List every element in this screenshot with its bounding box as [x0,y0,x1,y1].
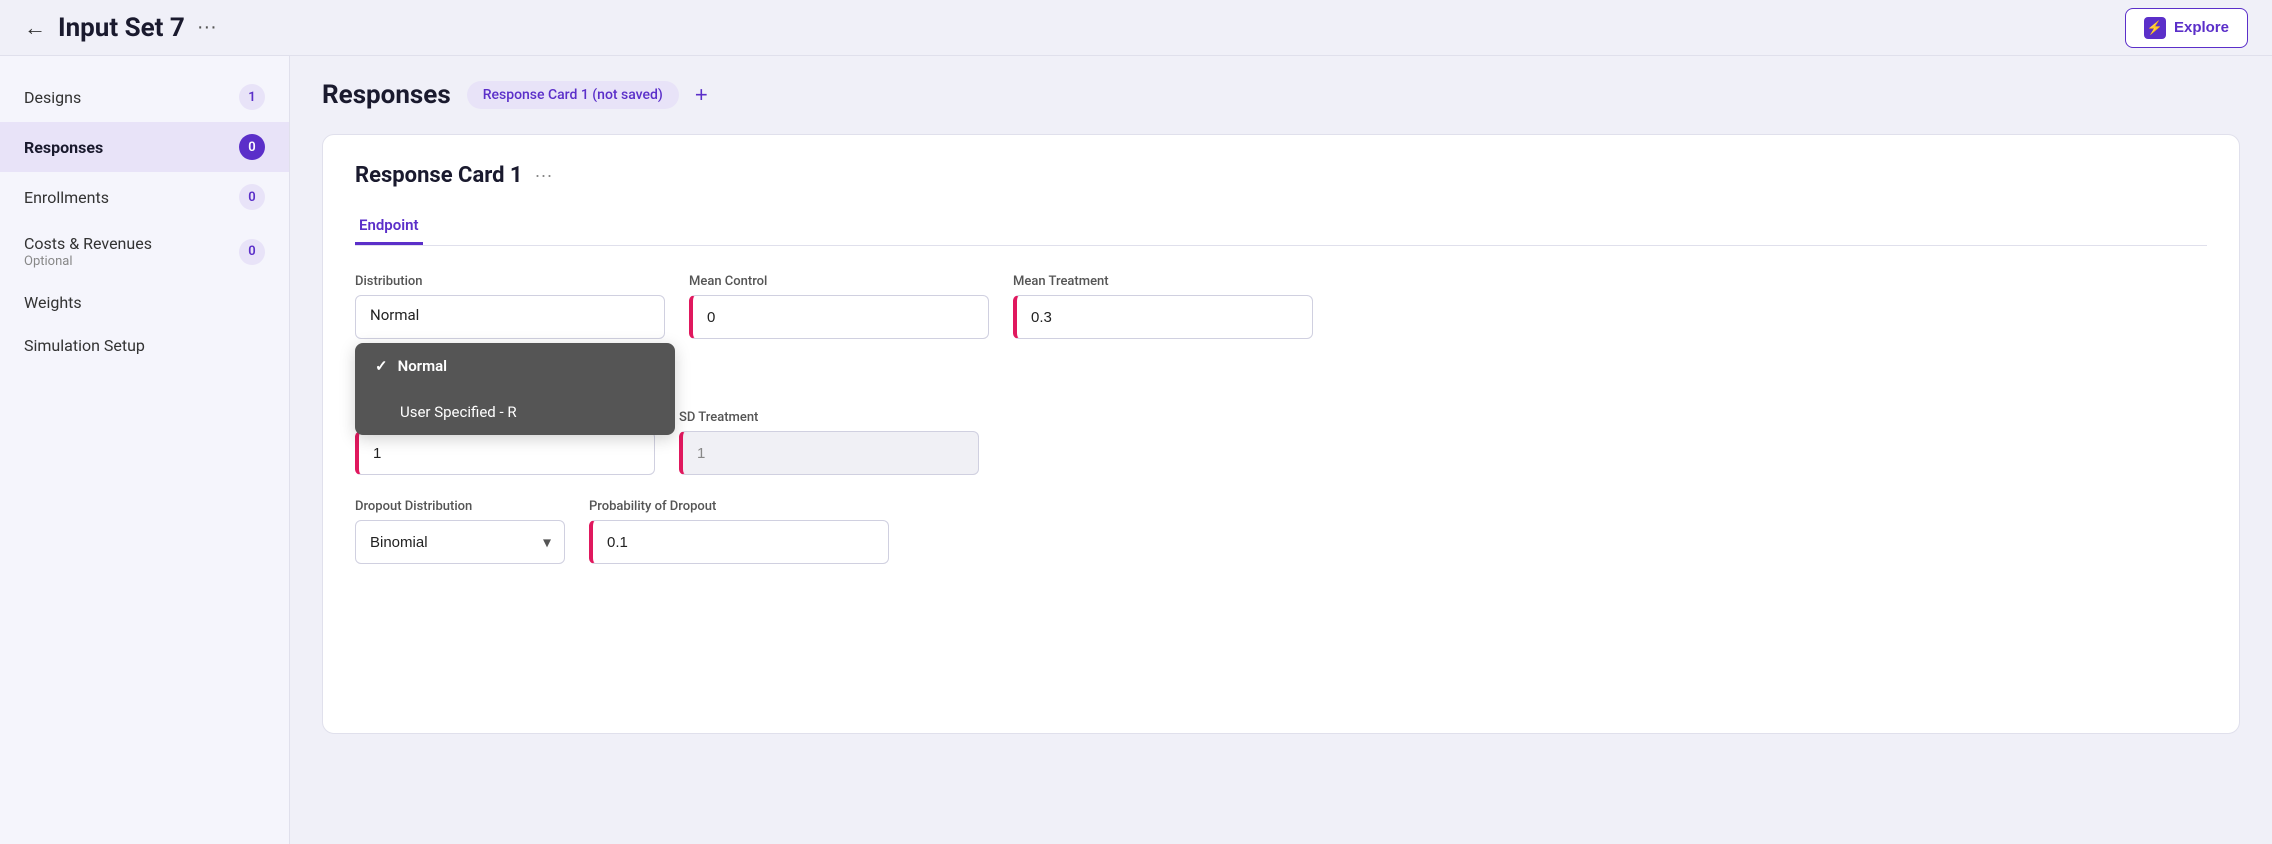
header-left: ← Input Set 7 ··· [24,13,217,43]
sidebar-item-enrollments-label: Enrollments [24,188,109,207]
mean-treatment-label: Mean Treatment [1013,274,1313,289]
sidebar-badge-designs: 1 [239,84,265,110]
response-card: Response Card 1 ··· Endpoint Distributio… [322,134,2240,734]
check-icon: ✓ [375,357,388,375]
distribution-input[interactable]: Normal [355,295,665,339]
probability-dropout-label: Probability of Dropout [589,499,889,514]
mean-treatment-input[interactable] [1013,295,1313,339]
dropout-distribution-label: Dropout Distribution [355,499,565,514]
sidebar-item-simulation-setup[interactable]: Simulation Setup [0,324,289,367]
card-title-row: Response Card 1 ··· [355,163,2207,188]
sidebar-item-costs-revenues-optional: Optional [24,254,152,269]
explore-icon: ⚡ [2144,17,2166,39]
sidebar-item-weights-label: Weights [24,293,82,312]
content-area: Responses Response Card 1 (not saved) + … [290,56,2272,844]
sd-treatment-label: SD Treatment [679,410,979,425]
main-layout: Designs 1 Responses 0 Enrollments 0 Cost… [0,56,2272,844]
sidebar-item-costs-revenues-text: Costs & Revenues Optional [24,234,152,269]
response-card-tab-label: Response Card 1 (not saved) [483,87,663,103]
response-card-tab[interactable]: Response Card 1 (not saved) [467,81,679,109]
content-title: Responses [322,80,451,110]
sidebar-item-enrollments[interactable]: Enrollments 0 [0,172,289,222]
dropdown-item-user-specified-label: User Specified - R [400,403,517,421]
distribution-dropdown-menu: ✓ Normal User Specified - R [355,343,675,435]
binomial-select[interactable]: Binomial Normal [355,520,565,564]
sd-control-input[interactable] [355,431,655,475]
tab-endpoint[interactable]: Endpoint [355,208,423,245]
mean-treatment-group: Mean Treatment [1013,274,1313,339]
page-title: Input Set 7 [58,13,185,43]
form-row-1: Distribution Normal ✓ Normal [355,274,2207,339]
probability-dropout-group: Probability of Dropout [589,499,889,564]
dropdown-item-normal-label: Normal [398,357,447,375]
sidebar-item-designs[interactable]: Designs 1 [0,72,289,122]
card-more-button[interactable]: ··· [535,165,553,186]
sidebar-item-designs-label: Designs [24,88,81,107]
sidebar: Designs 1 Responses 0 Enrollments 0 Cost… [0,56,290,844]
sidebar-item-responses-label: Responses [24,138,103,157]
mean-control-input[interactable] [689,295,989,339]
mean-control-group: Mean Control [689,274,989,339]
dropout-row: Dropout Distribution Binomial Normal Pro… [355,499,2207,564]
distribution-group: Distribution Normal ✓ Normal [355,274,665,339]
sidebar-item-costs-revenues-label: Costs & Revenues [24,234,152,253]
probability-dropout-input[interactable] [589,520,889,564]
sidebar-item-weights[interactable]: Weights [0,281,289,324]
top-header: ← Input Set 7 ··· ⚡ Explore [0,0,2272,56]
sd-treatment-input[interactable] [679,431,979,475]
sidebar-badge-responses: 0 [239,134,265,160]
dropdown-item-normal[interactable]: ✓ Normal [355,343,675,389]
card-tabs: Endpoint [355,208,2207,246]
binomial-select-wrapper: Binomial Normal [355,520,565,564]
dropout-distribution-group: Dropout Distribution Binomial Normal [355,499,565,564]
back-button[interactable]: ← [24,15,46,41]
mean-control-label: Mean Control [689,274,989,289]
sidebar-badge-costs-revenues: 0 [239,239,265,265]
distribution-label: Distribution [355,274,665,289]
add-tab-button[interactable]: + [695,84,708,106]
distribution-wrapper: Normal ✓ Normal User Specified - R [355,295,665,339]
card-form: Distribution Normal ✓ Normal [355,274,2207,564]
sidebar-item-simulation-setup-label: Simulation Setup [24,336,145,355]
sd-treatment-group: SD Treatment [679,410,979,475]
explore-label: Explore [2174,19,2229,36]
card-title: Response Card 1 [355,163,523,188]
sidebar-item-responses[interactable]: Responses 0 [0,122,289,172]
content-header: Responses Response Card 1 (not saved) + [322,80,2240,110]
sidebar-item-costs-revenues[interactable]: Costs & Revenues Optional 0 [0,222,289,281]
dropdown-item-user-specified[interactable]: User Specified - R [355,389,675,435]
sidebar-badge-enrollments: 0 [239,184,265,210]
header-more-button[interactable]: ··· [197,16,217,39]
explore-button[interactable]: ⚡ Explore [2125,8,2248,48]
tab-endpoint-label: Endpoint [359,216,419,234]
